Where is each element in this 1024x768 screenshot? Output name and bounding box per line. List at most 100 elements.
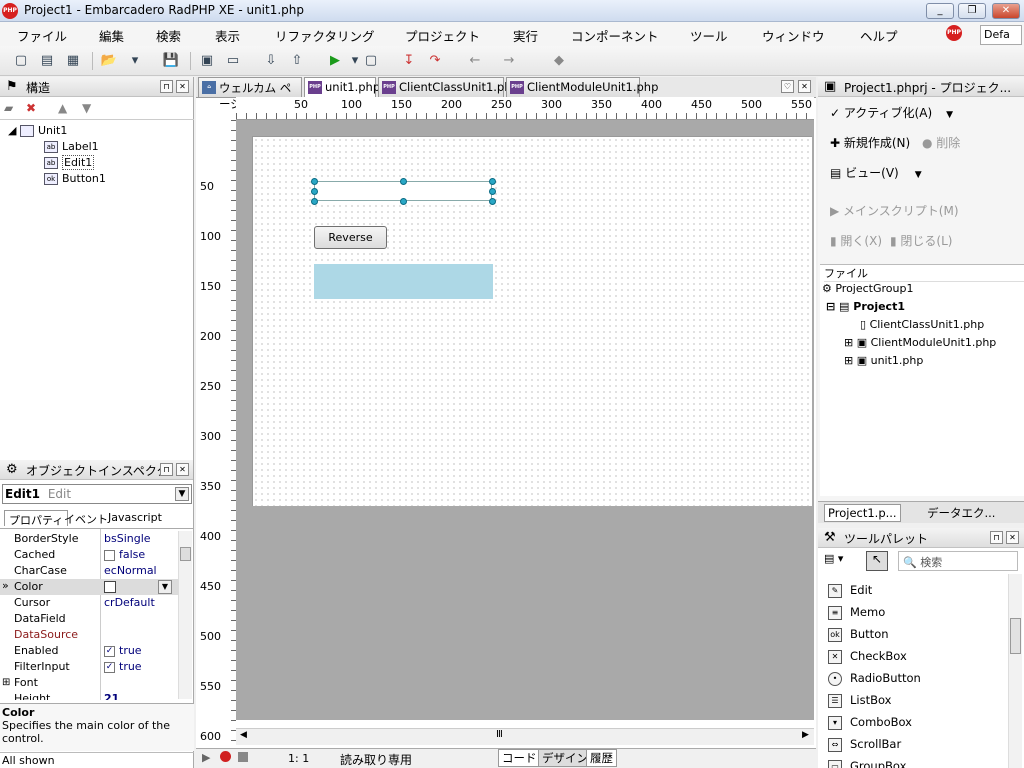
resize-handle[interactable]	[400, 198, 407, 205]
reverse-button[interactable]: Reverse	[314, 226, 387, 249]
tab-data-explorer[interactable]: データエク...	[924, 504, 998, 522]
delete-button[interactable]: ● 削除	[922, 132, 960, 154]
tree-node-label1[interactable]: ab Label1	[44, 139, 99, 155]
menu-window[interactable]: ウィンドウ	[762, 26, 825, 45]
menu-run[interactable]: 実行	[513, 26, 538, 45]
tab-list-icon[interactable]: ♡	[781, 80, 794, 93]
layout-selector[interactable]: Defa	[980, 25, 1022, 45]
expand-icon[interactable]: ⊞	[2, 675, 10, 691]
chevron-down-icon[interactable]: ▼	[175, 487, 189, 501]
back-icon[interactable]: ←	[466, 52, 484, 70]
horizontal-scrollbar[interactable]: ◀ Ⅲ ▶	[236, 728, 814, 745]
palette-item-button[interactable]: ok Button	[828, 624, 889, 644]
pause-icon[interactable]: ▢	[362, 52, 380, 70]
expand-icon[interactable]: ⊞	[844, 336, 857, 349]
tab-welcome[interactable]: ⌂ ウェルカム ページ	[198, 77, 302, 111]
chevron-down-icon[interactable]: ▼	[946, 110, 953, 120]
property-row[interactable]: FilterInput ✓ true	[14, 659, 174, 675]
new-icon[interactable]: ▢	[12, 52, 30, 70]
close-icon[interactable]: ✕	[176, 463, 189, 476]
chevron-down-icon[interactable]: ▼	[915, 170, 922, 180]
tab-clientclassunit1[interactable]: PHP ClientClassUnit1.php	[378, 77, 519, 97]
record-icon[interactable]	[220, 751, 231, 762]
menu-help[interactable]: ヘルプ	[860, 26, 898, 45]
resize-handle[interactable]	[311, 198, 318, 205]
tree-node-project1[interactable]: ⊟ ▤ Project1	[826, 299, 905, 315]
tab-code[interactable]: コード	[498, 749, 541, 767]
property-row[interactable]: Enabled ✓ true	[14, 643, 174, 659]
tab-javascript[interactable]: Javascript	[104, 510, 166, 526]
palette-item-edit[interactable]: ✎ Edit	[828, 580, 872, 600]
tab-clientmoduleunit1[interactable]: PHP ClientModuleUnit1.php	[506, 77, 658, 97]
palette-item-groupbox[interactable]: ▭ GroupBox	[828, 756, 906, 768]
pin-icon[interactable]: ⊓	[160, 80, 173, 93]
menu-search[interactable]: 検索	[156, 26, 181, 45]
move-up-icon[interactable]: ▲	[58, 101, 67, 115]
main-script-button[interactable]: ▶ メインスクリプト(M)	[830, 200, 959, 222]
tree-node-projectgroup[interactable]: ⚙ ProjectGroup1	[822, 281, 913, 297]
tab-design[interactable]: デザイン	[538, 749, 592, 767]
resize-handle[interactable]	[400, 178, 407, 185]
property-row[interactable]: Cursor crDefault	[14, 595, 174, 611]
close-icon[interactable]: ✕	[176, 80, 189, 93]
palette-item-memo[interactable]: ≡ Memo	[828, 602, 885, 622]
step-over-icon[interactable]: ↷	[426, 52, 444, 70]
object-selector[interactable]: Edit1 Edit ▼	[2, 484, 192, 504]
close-icon[interactable]: ✕	[798, 80, 811, 93]
menu-refactor[interactable]: リファクタリング	[275, 26, 375, 45]
color-swatch[interactable]	[104, 581, 116, 593]
close-file-button[interactable]: ▮ 閉じる(L)	[890, 230, 952, 252]
menu-file[interactable]: ファイル	[17, 26, 67, 45]
save-all-icon[interactable]: ▣	[198, 52, 216, 70]
menu-component[interactable]: コンポーネント	[571, 26, 659, 45]
resize-handle[interactable]	[311, 188, 318, 195]
checkbox[interactable]	[104, 549, 115, 561]
scroll-left-icon[interactable]: ◀	[240, 730, 247, 740]
folder-icon[interactable]: ▭	[224, 52, 242, 70]
chevron-down-icon[interactable]: ▼	[158, 580, 172, 594]
menu-view[interactable]: 表示	[215, 26, 240, 45]
run-icon[interactable]: ▶	[326, 52, 344, 70]
resize-handle[interactable]	[489, 188, 496, 195]
expand-icon[interactable]: ⊞	[844, 354, 857, 367]
property-row-selected[interactable]: » Color ▼	[0, 579, 178, 595]
property-scrollbar[interactable]	[178, 531, 192, 699]
resize-handle[interactable]	[311, 178, 318, 185]
tree-node-unit1[interactable]: ◢ Unit1	[8, 123, 67, 139]
menu-edit[interactable]: 編集	[99, 26, 124, 45]
checkbox-checked[interactable]: ✓	[104, 645, 115, 657]
pin-icon[interactable]: ⊓	[160, 463, 173, 476]
open-project-icon[interactable]: ▾	[126, 52, 144, 70]
minimize-button[interactable]: _	[926, 3, 954, 19]
open-icon[interactable]: 📂	[100, 52, 118, 70]
activate-button[interactable]: ✓ アクティブ化(A) ▼	[830, 102, 953, 124]
new-button[interactable]: ✚ 新規作成(N)	[830, 132, 910, 154]
maximize-button[interactable]: ❐	[958, 3, 986, 19]
delete-icon[interactable]: ✖	[26, 101, 36, 115]
property-row[interactable]: Height 21	[14, 691, 174, 700]
collapse-icon[interactable]: ⊟	[826, 300, 839, 313]
pin-icon[interactable]: ⊓	[990, 531, 1003, 544]
palette-search-input[interactable]: 🔍 検索	[898, 551, 1018, 571]
move-down-icon[interactable]: ▼	[82, 101, 91, 115]
play-icon[interactable]: ▶	[202, 751, 210, 764]
tree-node-unit1[interactable]: ⊞ ▣ unit1.php	[844, 353, 923, 369]
tree-node-clientclassunit1[interactable]: ▯ ClientClassUnit1.php	[860, 317, 984, 333]
remove-file-icon[interactable]: ⇧	[288, 52, 306, 70]
scroll-right-icon[interactable]: ▶	[802, 730, 809, 740]
property-row[interactable]: DataField	[14, 611, 174, 627]
menu-project[interactable]: プロジェクト	[405, 26, 480, 45]
new-form-icon[interactable]: ▦	[64, 52, 82, 70]
trace-into-icon[interactable]: ↧	[400, 52, 418, 70]
label1-control[interactable]	[314, 264, 493, 299]
edit1-control[interactable]	[311, 178, 496, 205]
form-canvas[interactable]: Reverse	[252, 136, 812, 506]
palette-item-listbox[interactable]: ☰ ListBox	[828, 690, 891, 710]
new-folder-icon[interactable]: ▰	[4, 101, 13, 115]
palette-item-radiobutton[interactable]: • RadioButton	[828, 668, 921, 688]
palette-item-scrollbar[interactable]: ⇔ ScrollBar	[828, 734, 901, 754]
category-icon[interactable]: ▤ ▾	[824, 552, 843, 565]
deploy-icon[interactable]: ◆	[550, 52, 568, 70]
close-icon[interactable]: ✕	[1006, 531, 1019, 544]
tab-properties[interactable]: プロパティ	[4, 510, 69, 527]
